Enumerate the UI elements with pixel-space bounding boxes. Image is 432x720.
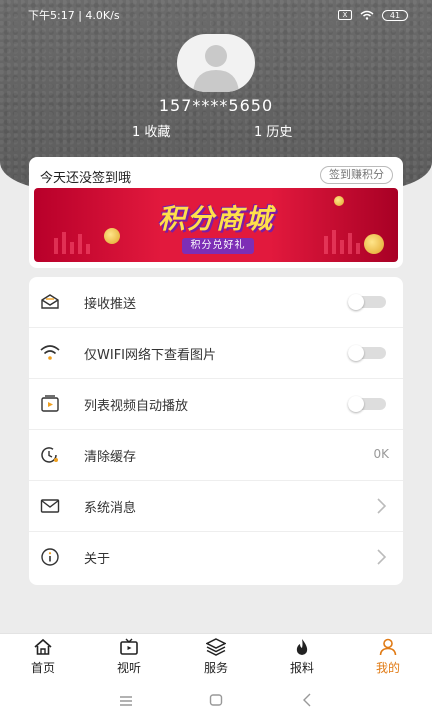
video-icon	[41, 395, 59, 412]
menu-icon[interactable]	[119, 692, 133, 711]
setting-clear-cache[interactable]: 清除缓存 0K	[29, 430, 403, 481]
points-mall-banner[interactable]: 积分商城 积分兑好礼	[34, 188, 398, 262]
push-toggle[interactable]	[348, 294, 386, 310]
settings-list: 接收推送 仅WIFI网络下查看图片 列表视频自动播放 清除缓存 0K 系统消息 …	[29, 277, 403, 585]
tab-label: 报料	[289, 661, 314, 675]
coin-icon	[364, 234, 384, 254]
wifi-status-icon	[360, 10, 374, 20]
setting-label: 列表视频自动播放	[84, 399, 189, 414]
system-nav-bar	[0, 681, 432, 720]
tab-services[interactable]: 服务	[186, 638, 246, 676]
setting-video-autoplay[interactable]: 列表视频自动播放	[29, 379, 403, 430]
flame-icon	[296, 639, 308, 655]
sim-icon: X	[338, 10, 352, 20]
battery-icon: 41	[382, 9, 408, 21]
tab-home[interactable]: 首页	[13, 638, 73, 676]
tab-label: 我的	[375, 661, 400, 675]
info-icon	[41, 548, 59, 566]
tab-label: 首页	[30, 661, 55, 675]
banner-subtitle: 积分兑好礼	[182, 238, 254, 254]
banner-title: 积分商城	[158, 204, 274, 235]
bottom-tab-bar: 首页 视听 服务 报料 我的	[0, 633, 432, 681]
setting-system-messages[interactable]: 系统消息	[29, 481, 403, 532]
signin-status-text: 今天还没签到哦	[40, 171, 132, 186]
tab-label: 服务	[203, 661, 228, 675]
envelope-open-icon	[41, 294, 59, 309]
setting-about[interactable]: 关于	[29, 532, 403, 583]
tv-icon	[120, 638, 138, 655]
chevron-right-icon	[377, 549, 387, 565]
tab-label: 视听	[116, 661, 141, 675]
setting-label: 接收推送	[84, 297, 137, 312]
status-time-speed: 下午5:17 | 4.0K/s	[28, 9, 120, 22]
layers-icon	[206, 638, 226, 656]
setting-label: 仅WIFI网络下查看图片	[84, 348, 216, 363]
back-icon[interactable]	[302, 692, 312, 711]
favorites-count[interactable]: 1 收藏	[132, 121, 170, 140]
setting-wifi-images[interactable]: 仅WIFI网络下查看图片	[29, 328, 403, 379]
wifi-images-toggle[interactable]	[348, 345, 386, 361]
signin-button[interactable]: 签到赚积分	[320, 166, 393, 184]
wifi-icon	[40, 345, 60, 360]
mail-icon	[40, 499, 60, 513]
cache-size: 0K	[373, 447, 389, 461]
phone-number: 157****5650	[158, 96, 274, 115]
setting-receive-push[interactable]: 接收推送	[29, 277, 403, 328]
home-icon	[34, 638, 52, 655]
history-count[interactable]: 1 历史	[254, 121, 292, 140]
status-bar: 下午5:17 | 4.0K/s X 41	[28, 6, 408, 24]
setting-label: 清除缓存	[84, 450, 137, 465]
avatar[interactable]	[177, 34, 255, 92]
tab-media[interactable]: 视听	[99, 638, 159, 676]
clock-refresh-icon	[41, 447, 58, 463]
tab-mine[interactable]: 我的	[358, 638, 418, 676]
setting-label: 关于	[84, 552, 111, 567]
setting-label: 系统消息	[84, 501, 137, 516]
person-icon	[379, 638, 397, 656]
chevron-right-icon	[377, 498, 387, 514]
default-user-icon	[193, 45, 239, 92]
autoplay-toggle[interactable]	[348, 396, 386, 412]
home-square-icon[interactable]	[209, 692, 223, 711]
tab-report[interactable]: 报料	[272, 638, 332, 676]
signin-card: 今天还没签到哦 签到赚积分 积分商城 积分兑好礼	[29, 157, 403, 268]
